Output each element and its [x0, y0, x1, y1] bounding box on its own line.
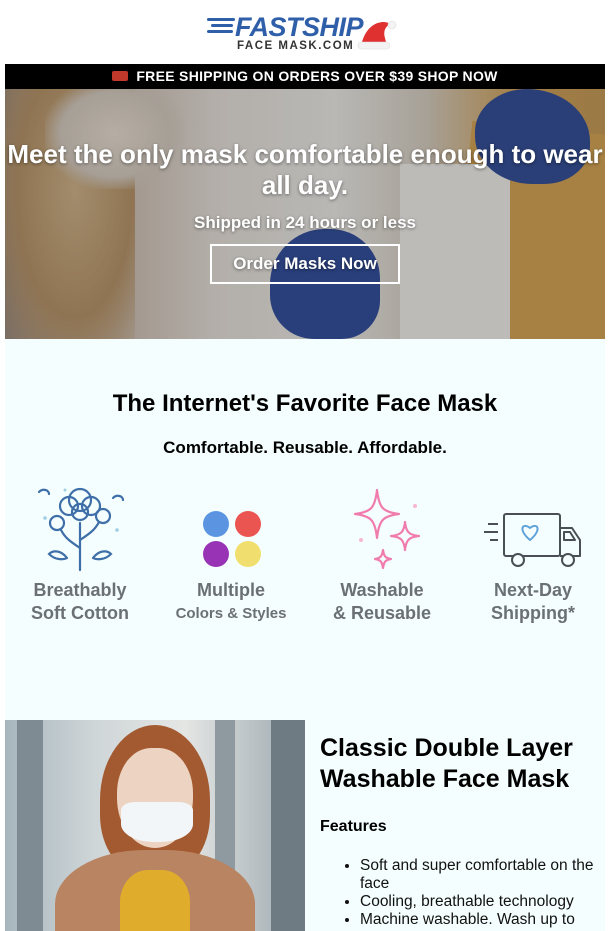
feature-next-day-shipping: Next-Day Shipping* [458, 478, 605, 628]
color-dots-icon [203, 511, 261, 567]
cotton-plant-icon [37, 487, 125, 572]
feature-label-line2: Colors & Styles [175, 605, 287, 622]
photo-face-mask [121, 802, 193, 842]
truck-icon [112, 71, 129, 82]
sparkles-icon [353, 488, 421, 570]
speed-line-icon [207, 18, 235, 21]
product-features-list: Soft and super comfortable on the face C… [342, 857, 605, 929]
right-gutter [605, 0, 611, 931]
order-masks-button[interactable]: Order Masks Now [210, 244, 400, 284]
logo-wordmark: FASTSHIP [235, 12, 364, 42]
hero-subtitle: Shipped in 24 hours or less [194, 213, 416, 232]
list-item: Cooling, breathable technology [360, 893, 605, 911]
feature-soft-cotton: Breathably Soft Cotton [5, 478, 155, 628]
section-title: The Internet's Favorite Face Mask [112, 390, 498, 417]
free-shipping-text: FREE SHIPPING ON ORDERS OVER $39 SHOP NO… [136, 68, 498, 84]
feature-label-line2: & Reusable [332, 603, 432, 623]
speed-line-icon [211, 24, 233, 27]
list-item: Machine washable. Wash up to [360, 911, 605, 929]
photo-pillar [271, 720, 305, 931]
photo-pillar [17, 720, 43, 931]
feature-label-line2: Soft Cotton [31, 603, 129, 623]
product-title[interactable]: Classic Double Layer Washable Face Mask [320, 733, 605, 795]
section-tagline: Comfortable. Reusable. Affordable. [163, 438, 447, 457]
email-body: FASTSHIP FACE MASK.COM FREE SHIPPING ON … [5, 0, 605, 931]
hero-banner: Meet the only mask comfortable enough to… [5, 89, 605, 339]
logo-subtitle: FACE MASK.COM [237, 40, 355, 52]
free-shipping-banner[interactable]: FREE SHIPPING ON ORDERS OVER $39 SHOP NO… [5, 64, 605, 89]
photo-sweater [120, 870, 190, 931]
feature-label-line1: Multiple [197, 580, 265, 600]
speed-line-icon [207, 30, 233, 33]
feature-label-line1: Washable [340, 580, 424, 600]
header: FASTSHIP FACE MASK.COM [5, 0, 605, 64]
feature-washable: Washable & Reusable [307, 478, 457, 628]
feature-label-line1: Next-Day [493, 580, 573, 600]
feature-colors-styles: Multiple Colors & Styles [156, 478, 306, 628]
feature-label-line1: Breathably [33, 580, 127, 600]
product-photo[interactable] [5, 720, 305, 931]
feature-label-line2: Shipping* [491, 603, 575, 623]
list-item: Soft and super comfortable on the face [360, 857, 605, 893]
delivery-truck-icon [484, 513, 581, 567]
product-features-heading: Features [320, 818, 387, 835]
hero-title: Meet the only mask comfortable enough to… [7, 139, 603, 200]
santa-hat-icon [357, 20, 397, 50]
fastship-logo[interactable]: FASTSHIP FACE MASK.COM [205, 10, 415, 58]
